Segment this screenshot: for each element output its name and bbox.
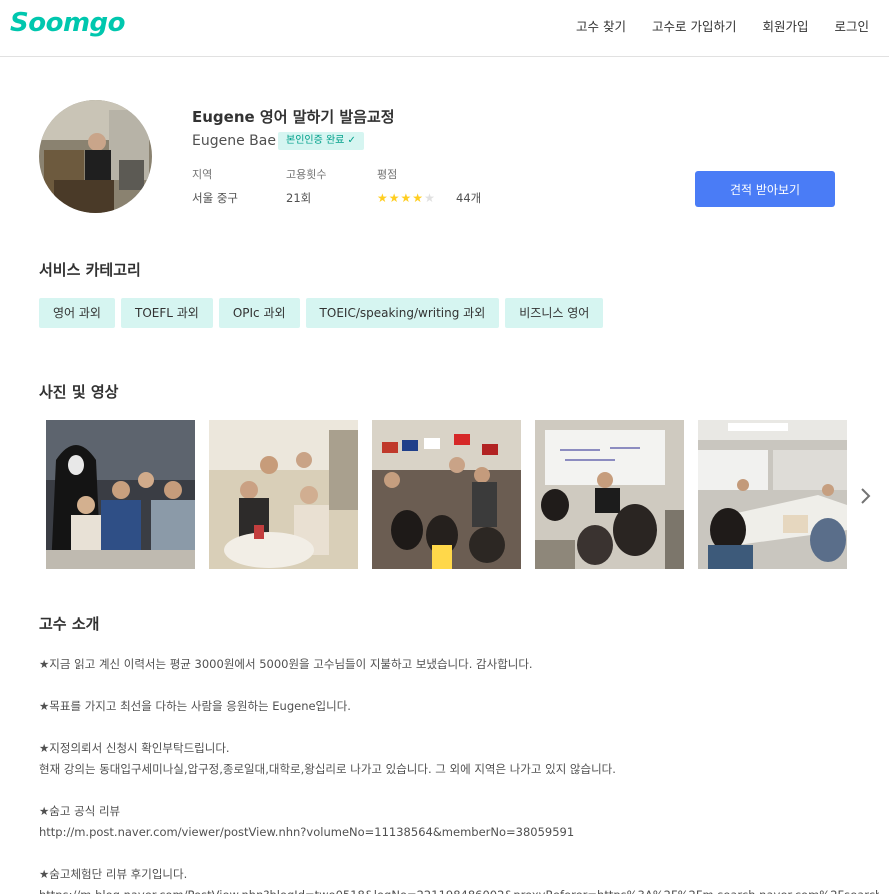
region-label: 지역 — [192, 168, 213, 181]
intro-line: 현재 강의는 동대입구세미나실,압구정,종로일대,대학로,왕십리로 나가고 있습… — [39, 762, 616, 776]
star-icon: ★ — [412, 191, 424, 205]
nav-join-as-pro[interactable]: 고수로 가입하기 — [652, 16, 736, 35]
rating-stars: ★ ★ ★ ★ ★ — [377, 191, 435, 205]
hires-value: 21회 — [286, 191, 312, 205]
intro-line: ★목표를 가지고 최선을 다하는 사람을 응원하는 Eugene입니다. — [39, 699, 351, 713]
top-nav: 고수 찾기 고수로 가입하기 회원가입 로그인 — [576, 16, 869, 35]
intro-line: ★숨고 공식 리뷰 — [39, 804, 121, 818]
profile-avatar — [39, 100, 152, 213]
category-chips: 영어 과외 TOEFL 과외 OPIc 과외 TOEIC/speaking/wr… — [39, 298, 604, 328]
media-title: 사진 및 영상 — [39, 383, 119, 401]
photo-gallery — [46, 420, 847, 569]
top-header: Soomgo 고수 찾기 고수로 가입하기 회원가입 로그인 — [0, 0, 889, 57]
category-chip[interactable]: 비즈니스 영어 — [505, 298, 604, 328]
gallery-photo[interactable] — [372, 420, 521, 569]
nav-login[interactable]: 로그인 — [834, 16, 869, 35]
nav-find-pros[interactable]: 고수 찾기 — [576, 16, 626, 35]
blog-link[interactable]: https://m.blog.naver.com/PostView.nhn?bl… — [39, 885, 879, 894]
rating-label: 평점 — [377, 168, 398, 181]
categories-title: 서비스 카테고리 — [39, 261, 141, 279]
intro-line: ★숨고체험단 리뷰 후기입니다. — [39, 867, 188, 881]
category-chip[interactable]: TOEIC/speaking/writing 과외 — [305, 298, 500, 328]
intro-line: ★지정의뢰서 신청시 확인부탁드립니다. — [39, 741, 230, 755]
intro-title: 고수 소개 — [39, 615, 100, 633]
review-count[interactable]: 44개 — [456, 190, 481, 206]
gallery-photo[interactable] — [209, 420, 358, 569]
star-empty-icon: ★ — [424, 191, 435, 205]
get-quote-button[interactable]: 견적 받아보기 — [695, 171, 835, 207]
category-chip[interactable]: OPIc 과외 — [218, 298, 300, 328]
intro-line — [39, 843, 879, 864]
intro-line — [39, 780, 879, 801]
gallery-photo[interactable] — [535, 420, 684, 569]
hires-label: 고용횟수 — [286, 168, 327, 181]
region-value: 서울 중구 — [192, 191, 238, 205]
intro-line — [39, 675, 879, 696]
star-icon: ★ — [400, 191, 412, 205]
nav-signup[interactable]: 회원가입 — [762, 16, 808, 35]
intro-line: ★지금 읽고 계신 이력서는 평균 3000원에서 5000원을 고수님들이 지… — [39, 657, 533, 671]
verified-badge: 본인인증 완료 ✓ — [278, 132, 364, 150]
chevron-right-icon[interactable] — [858, 486, 874, 506]
category-chip[interactable]: 영어 과외 — [39, 298, 115, 328]
soomgo-logo[interactable]: Soomgo — [10, 8, 126, 38]
star-icon: ★ — [377, 191, 388, 205]
profile-title: Eugene 영어 말하기 발음교정 — [192, 108, 395, 126]
category-chip[interactable]: TOEFL 과외 — [120, 298, 213, 328]
star-icon: ★ — [388, 191, 400, 205]
intro-line — [39, 717, 879, 738]
pro-name: Eugene Bae — [192, 133, 276, 149]
intro-text: ★지금 읽고 계신 이력서는 평균 3000원에서 5000원을 고수님들이 지… — [39, 654, 879, 894]
gallery-photo[interactable] — [698, 420, 847, 569]
review-link[interactable]: http://m.post.naver.com/viewer/postView.… — [39, 822, 879, 843]
gallery-photo[interactable] — [46, 420, 195, 569]
